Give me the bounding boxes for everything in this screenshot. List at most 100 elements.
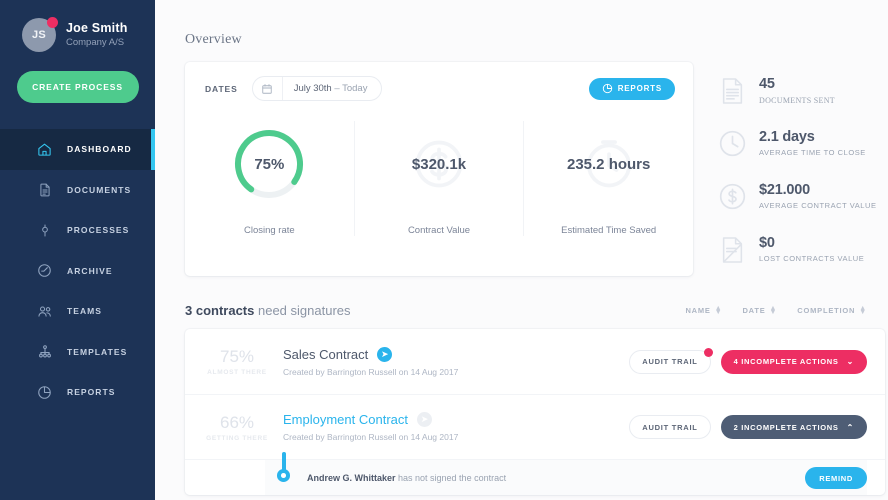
expanded-action-text: Andrew G. Whittaker has not signed the c… (307, 473, 506, 483)
sidebar-item-label: REPORTS (67, 387, 116, 398)
sidebar-item-label: PROCESSES (67, 225, 130, 236)
sidebar-item-processes[interactable]: PROCESSES (0, 210, 155, 251)
sort-by-name[interactable]: NAME ▲ ▼ (685, 304, 723, 316)
sidebar-item-templates[interactable]: TEMPLATES (0, 332, 155, 373)
metric-body: $21.000 AVERAGE CONTRACT VALUE (759, 182, 877, 210)
sidebar-item-label: DOCUMENTS (67, 184, 132, 195)
notification-dot-icon (47, 17, 58, 28)
stat-closing-rate: 75% Closing rate (185, 121, 354, 236)
contract-name-row: Employment Contract ➤ (283, 412, 629, 427)
contracts-section: 3 contracts need signatures NAME ▲ ▼ DATE… (155, 276, 888, 495)
incomplete-actions-button[interactable]: 2 INCOMPLETE ACTIONS ⌃ (720, 415, 867, 439)
sidebar-item-label: ARCHIVE (67, 265, 113, 276)
row-actions: AUDIT TRAIL 2 INCOMPLETE ACTIONS ⌃ (629, 415, 867, 439)
table-row[interactable]: 75% ALMOST THERE Sales Contract ➤ Create… (185, 329, 885, 394)
sidebar-item-archive[interactable]: ARCHIVE (0, 251, 155, 292)
stat-caption: Contract Value (407, 225, 471, 236)
stat-caption: Closing rate (243, 225, 295, 236)
sort-by-completion[interactable]: COMPLETION ▲ ▼ (797, 305, 867, 315)
stats-row: 75% Closing rate $320.1k Contract Value … (185, 115, 693, 262)
contract-meta: Created by Barrington Russell on 14 Aug … (283, 366, 459, 377)
metric-average-time-to-close: 2.1 days AVERAGE TIME TO CLOSE (715, 117, 888, 170)
arrow-right-circle-icon[interactable]: ➤ (417, 412, 432, 427)
document-lines-icon (715, 77, 749, 105)
create-process-button[interactable]: CREATE PROCESS (16, 71, 139, 103)
contract-body: Employment Contract ➤ Created by Barring… (277, 412, 629, 442)
date-range-picker[interactable]: July 30th – Today (251, 76, 382, 101)
date-start: July 30th (293, 83, 332, 94)
dates-label: DATES (205, 83, 238, 94)
closing-rate-value: 75% (254, 155, 285, 173)
sidebar-item-label: TEAMS (67, 306, 102, 317)
completion-caption: GETTING THERE (206, 434, 268, 442)
chevron-up-icon: ⌃ (846, 422, 854, 432)
contract-name[interactable]: Sales Contract (283, 347, 368, 362)
overview-card-header: DATES July 30th – Today REPORTS (185, 62, 693, 115)
process-icon (36, 222, 53, 239)
reports-piechart-icon (36, 384, 53, 401)
completion-caption: ALMOST THERE (207, 369, 267, 376)
contract-name-row: Sales Contract ➤ (283, 346, 629, 362)
contracts-title-rest: need signatures (254, 303, 351, 318)
user-company: Company A/S (66, 37, 125, 49)
contracts-header: 3 contracts need signatures NAME ▲ ▼ DATE… (185, 303, 885, 318)
sort-by-date[interactable]: DATE ▲ ▼ (742, 304, 778, 316)
completion-block: 75% ALMOST THERE (197, 347, 277, 376)
contract-body: Sales Contract ➤ Created by Barrington R… (277, 346, 629, 377)
expanded-action-inner: Andrew G. Whittaker has not signed the c… (265, 452, 867, 495)
sidebar-item-dashboard[interactable]: DASHBOARD (0, 129, 155, 170)
home-icon (36, 141, 53, 158)
audit-trail-button[interactable]: AUDIT TRAIL (629, 415, 711, 439)
arrow-right-circle-icon[interactable]: ➤ (377, 346, 393, 362)
teams-icon (36, 303, 53, 320)
main-content: Overview DATES July 30th – Today REPORTS… (155, 0, 888, 500)
stat-time-saved: 235.2 hours Estimated Time Saved (523, 121, 693, 236)
incomplete-actions-label: 2 INCOMPLETE ACTIONS (733, 422, 839, 432)
sidebar-item-documents[interactable]: DOCUMENTS (0, 170, 155, 211)
metrics-column: 45 DOCUMENTS SENT 2.1 days AVERAGE TIME … (693, 62, 888, 276)
sidebar-nav: DASHBOARD DOCUMENTS PROCESSES ARCHIVE TE… (0, 129, 155, 413)
contract-meta: Created by Barrington Russell on 14 Aug … (283, 432, 459, 442)
metric-label: AVERAGE TIME TO CLOSE (759, 148, 866, 158)
reports-button[interactable]: REPORTS (588, 77, 675, 100)
completion-percent: 75% (219, 347, 255, 366)
table-row[interactable]: 66% GETTING THERE Employment Contract ➤ … (185, 394, 885, 459)
time-saved-value: 235.2 hours (566, 155, 651, 173)
calendar-icon (253, 77, 283, 100)
metric-value: $0 (759, 235, 775, 252)
expanded-action-row: Andrew G. Whittaker has not signed the c… (185, 452, 885, 495)
contract-value: $320.1k (411, 155, 467, 173)
chevron-down-icon: ⌄ (846, 357, 854, 366)
sort-arrows-icon: ▲ ▼ (714, 304, 723, 316)
metric-average-contract-value: $21.000 AVERAGE CONTRACT VALUE (715, 170, 888, 223)
contract-name[interactable]: Employment Contract (283, 412, 408, 427)
clock-icon (715, 130, 749, 157)
sort-controls: NAME ▲ ▼ DATE ▲ ▼ COMPLETION ▲ ▼ (685, 304, 885, 316)
stat-visual: $320.1k (355, 121, 524, 207)
metric-value: $21.000 (759, 182, 811, 199)
sidebar-item-teams[interactable]: TEAMS (0, 291, 155, 332)
stat-visual: 75% (185, 121, 354, 207)
sidebar-item-label: DASHBOARD (67, 144, 132, 155)
completion-block: 66% GETTING THERE (197, 413, 277, 442)
metric-body: 2.1 days AVERAGE TIME TO CLOSE (759, 129, 866, 157)
user-profile[interactable]: JS Joe Smith Company A/S (0, 0, 155, 52)
overview-card: DATES July 30th – Today REPORTS 75% Clos… (185, 62, 693, 276)
metric-lost-contracts-value: $0 LOST CONTRACTS VALUE (715, 223, 888, 276)
sidebar-item-label: TEMPLATES (67, 346, 128, 357)
contracts-title: 3 contracts need signatures (185, 303, 351, 318)
sort-arrows-icon: ▲ ▼ (769, 304, 778, 316)
incomplete-actions-button[interactable]: 4 INCOMPLETE ACTIONS ⌄ (720, 349, 867, 374)
remind-button[interactable]: REMIND (805, 467, 867, 489)
lost-document-icon (715, 236, 749, 264)
audit-trail-button[interactable]: AUDIT TRAIL (629, 347, 713, 374)
signer-name: Andrew G. Whittaker (307, 473, 396, 483)
metric-value: 2.1 days (759, 129, 815, 146)
stat-visual: 235.2 hours (524, 121, 693, 207)
sidebar-item-reports[interactable]: REPORTS (0, 372, 155, 413)
reports-button-label: REPORTS (617, 84, 662, 93)
user-name: Joe Smith (66, 20, 128, 35)
contracts-count: 3 contracts (185, 303, 255, 318)
metric-documents-sent: 45 DOCUMENTS SENT (715, 64, 888, 117)
date-end: – Today (331, 83, 368, 94)
